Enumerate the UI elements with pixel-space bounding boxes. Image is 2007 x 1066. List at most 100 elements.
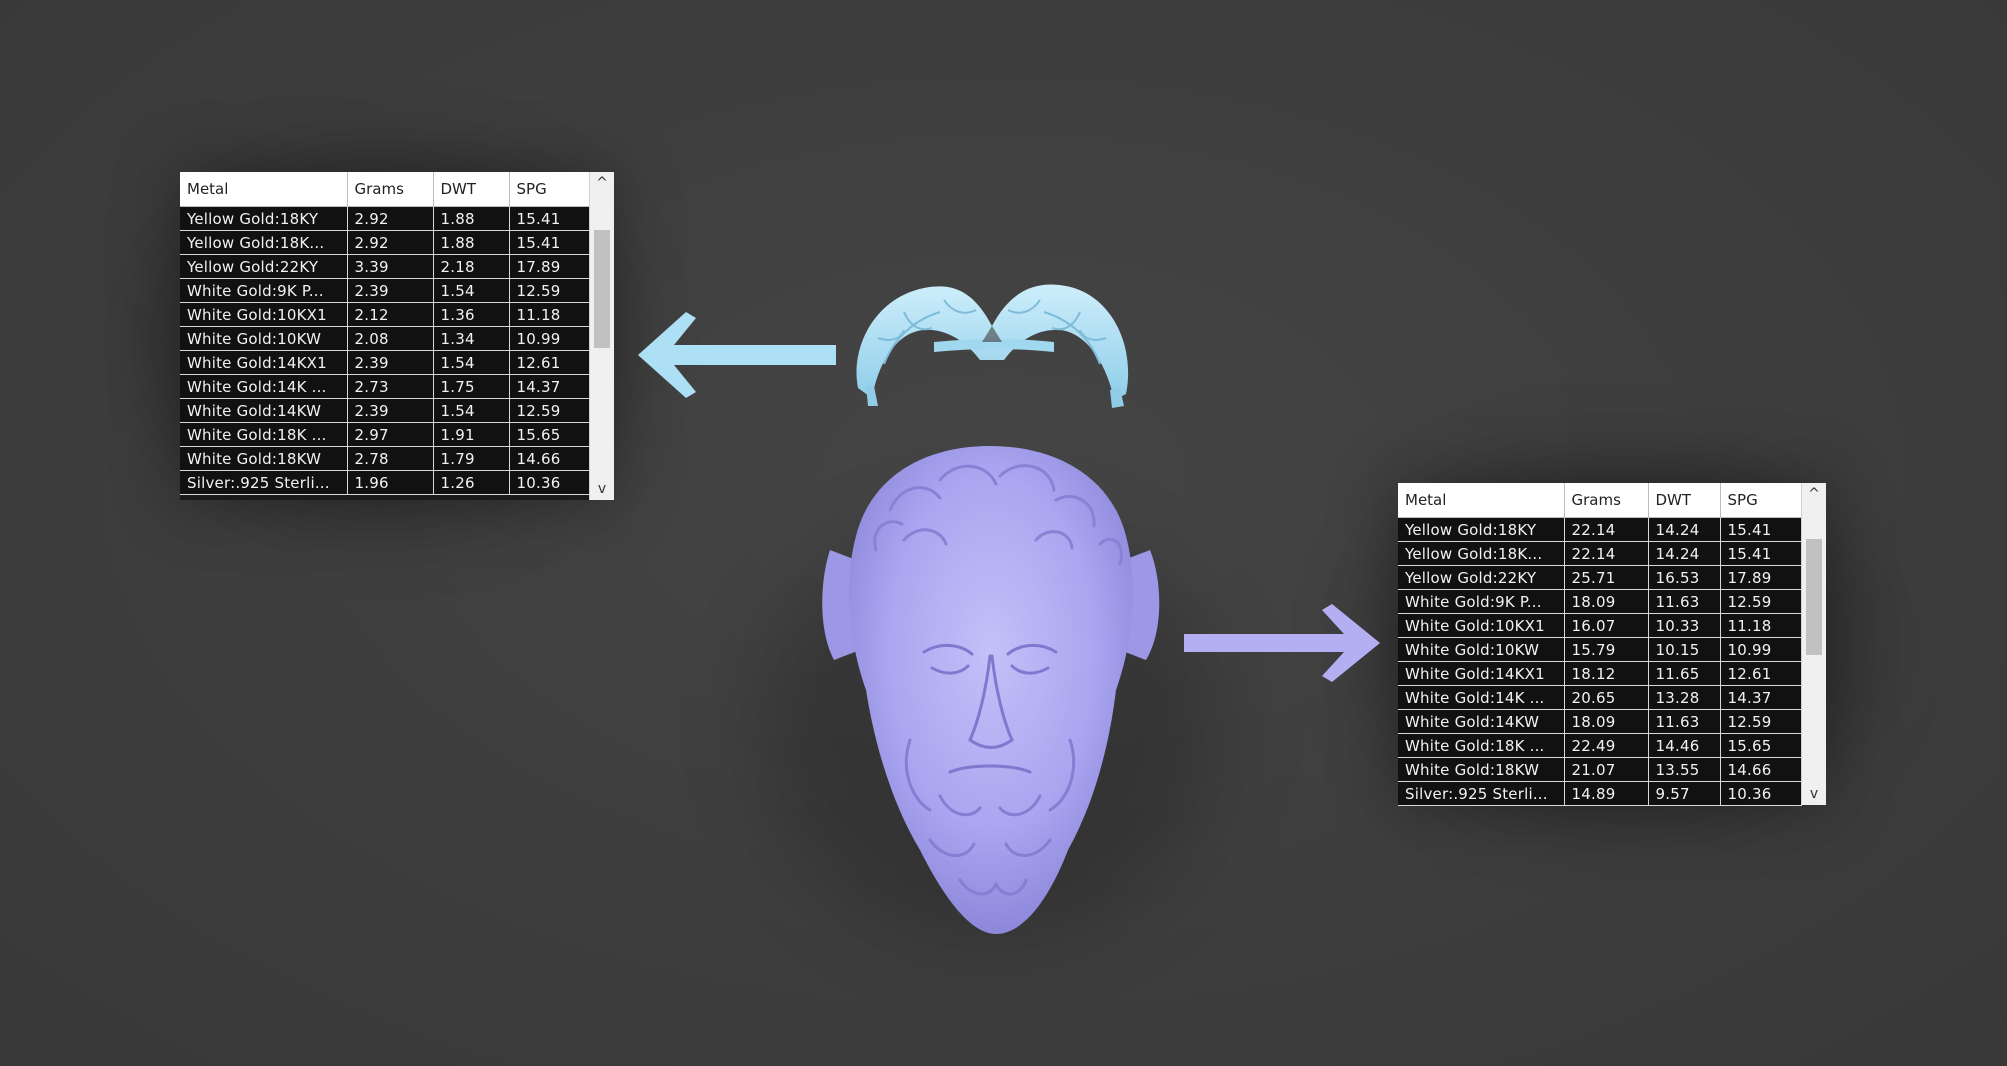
cell-grams: 1.96 xyxy=(347,470,434,495)
cell-dwt: 11.65 xyxy=(1648,661,1721,686)
cell-dwt: 11.63 xyxy=(1648,709,1721,734)
cell-spg: 17.89 xyxy=(509,254,590,279)
cell-dwt: 2.18 xyxy=(433,254,510,279)
cell-dwt: 1.75 xyxy=(433,374,510,399)
scroll-thumb[interactable] xyxy=(1806,539,1822,655)
table-row[interactable]: White Gold:14KX1 2.39 1.54 12.61 xyxy=(180,350,590,375)
cell-spg: 15.41 xyxy=(1720,517,1802,542)
cell-spg: 11.18 xyxy=(509,302,590,327)
table-row[interactable]: White Gold:18KW 21.07 13.55 14.66 xyxy=(1398,757,1802,782)
cell-grams: 25.71 xyxy=(1564,565,1649,590)
cell-metal: White Gold:14K ... xyxy=(1398,685,1565,710)
cell-spg: 15.65 xyxy=(509,422,590,447)
cell-metal: Yellow Gold:18K... xyxy=(180,230,348,255)
table-row[interactable]: White Gold:14KW 18.09 11.63 12.59 xyxy=(1398,709,1802,734)
cell-grams: 20.65 xyxy=(1564,685,1649,710)
table-scrollbar[interactable]: ^ v xyxy=(589,172,614,500)
cell-grams: 21.07 xyxy=(1564,757,1649,782)
cell-spg: 15.41 xyxy=(509,206,590,231)
table-row[interactable]: White Gold:9K P... 2.39 1.54 12.59 xyxy=(180,278,590,303)
table-row[interactable]: White Gold:14KW 2.39 1.54 12.59 xyxy=(180,398,590,423)
cell-metal: White Gold:14KX1 xyxy=(1398,661,1565,686)
cell-dwt: 14.46 xyxy=(1648,733,1721,758)
cell-grams: 18.12 xyxy=(1564,661,1649,686)
table-row[interactable]: White Gold:18K ... 22.49 14.46 15.65 xyxy=(1398,733,1802,758)
column-header-metal[interactable]: Metal xyxy=(1398,483,1565,518)
scroll-up-icon[interactable]: ^ xyxy=(590,172,614,194)
table-row[interactable]: White Gold:10KX1 16.07 10.33 11.18 xyxy=(1398,613,1802,638)
cell-dwt: 10.33 xyxy=(1648,613,1721,638)
cell-metal: White Gold:10KW xyxy=(180,326,348,351)
table-row[interactable]: White Gold:10KX1 2.12 1.36 11.18 xyxy=(180,302,590,327)
table-row[interactable]: White Gold:9K P... 18.09 11.63 12.59 xyxy=(1398,589,1802,614)
table-row[interactable]: White Gold:18K ... 2.97 1.91 15.65 xyxy=(180,422,590,447)
product-render-scene: Metal Grams DWT SPG Yellow Gold:18KY 2.92… xyxy=(0,0,2007,1066)
cell-grams: 22.49 xyxy=(1564,733,1649,758)
cell-metal: White Gold:10KW xyxy=(1398,637,1565,662)
cell-grams: 16.07 xyxy=(1564,613,1649,638)
column-header-grams[interactable]: Grams xyxy=(1564,483,1649,518)
cell-grams: 22.14 xyxy=(1564,541,1649,566)
column-header-dwt[interactable]: DWT xyxy=(1648,483,1721,518)
cell-metal: White Gold:18KW xyxy=(1398,757,1565,782)
cell-spg: 14.66 xyxy=(1720,757,1802,782)
table-body: Yellow Gold:18KY 22.14 14.24 15.41 Yellow Go… xyxy=(1398,517,1802,806)
arrow-right-shape xyxy=(1184,604,1380,682)
column-header-spg[interactable]: SPG xyxy=(509,172,590,207)
table-row[interactable]: Yellow Gold:22KY 3.39 2.18 17.89 xyxy=(180,254,590,279)
cell-dwt: 1.36 xyxy=(433,302,510,327)
metal-weight-table-crown: Metal Grams DWT SPG Yellow Gold:18KY 2.92… xyxy=(180,172,614,500)
table-row[interactable]: White Gold:10KW 2.08 1.34 10.99 xyxy=(180,326,590,351)
cell-spg: 11.18 xyxy=(1720,613,1802,638)
cell-spg: 10.99 xyxy=(509,326,590,351)
cell-metal: White Gold:14KW xyxy=(180,398,348,423)
table-row[interactable]: Silver:.925 Sterli... 1.96 1.26 10.36 xyxy=(180,470,590,495)
table-row[interactable]: White Gold:18KW 2.78 1.79 14.66 xyxy=(180,446,590,471)
table-header-row: Metal Grams DWT SPG xyxy=(180,172,590,207)
table-scrollbar[interactable]: ^ v xyxy=(1801,483,1826,805)
table-row[interactable]: Silver:.925 Sterli... 14.89 9.57 10.36 xyxy=(1398,781,1802,806)
cell-dwt: 1.88 xyxy=(433,206,510,231)
cell-metal: White Gold:14KW xyxy=(1398,709,1565,734)
table-row[interactable]: Yellow Gold:22KY 25.71 16.53 17.89 xyxy=(1398,565,1802,590)
cell-grams: 2.73 xyxy=(347,374,434,399)
cell-grams: 22.14 xyxy=(1564,517,1649,542)
table-row[interactable]: Yellow Gold:18KY 22.14 14.24 15.41 xyxy=(1398,517,1802,542)
cell-metal: Silver:.925 Sterli... xyxy=(1398,781,1565,806)
table-row[interactable]: Yellow Gold:18KY 2.92 1.88 15.41 xyxy=(180,206,590,231)
cell-metal: Silver:.925 Sterli... xyxy=(180,470,348,495)
cell-spg: 14.37 xyxy=(1720,685,1802,710)
cell-grams: 2.39 xyxy=(347,278,434,303)
table-row[interactable]: White Gold:14K ... 2.73 1.75 14.37 xyxy=(180,374,590,399)
table-row[interactable]: Yellow Gold:18K... 22.14 14.24 15.41 xyxy=(1398,541,1802,566)
cell-spg: 15.65 xyxy=(1720,733,1802,758)
cell-dwt: 14.24 xyxy=(1648,517,1721,542)
column-header-grams[interactable]: Grams xyxy=(347,172,434,207)
head-silhouette xyxy=(849,446,1133,934)
metal-weight-table-head: Metal Grams DWT SPG Yellow Gold:18KY 22.1… xyxy=(1398,483,1826,806)
scroll-up-icon[interactable]: ^ xyxy=(1802,483,1826,505)
cell-grams: 15.79 xyxy=(1564,637,1649,662)
table-row[interactable]: White Gold:10KW 15.79 10.15 10.99 xyxy=(1398,637,1802,662)
cell-spg: 10.36 xyxy=(1720,781,1802,806)
column-header-dwt[interactable]: DWT xyxy=(433,172,510,207)
cell-dwt: 1.26 xyxy=(433,470,510,495)
arrow-right-icon xyxy=(1184,604,1380,682)
cell-metal: White Gold:9K P... xyxy=(180,278,348,303)
table-header-row: Metal Grams DWT SPG xyxy=(1398,483,1802,518)
cell-spg: 17.89 xyxy=(1720,565,1802,590)
table-row[interactable]: Yellow Gold:18K... 2.92 1.88 15.41 xyxy=(180,230,590,255)
laurel-crown-ring-model xyxy=(856,284,1129,408)
cell-grams: 14.89 xyxy=(1564,781,1649,806)
table-row[interactable]: White Gold:14KX1 18.12 11.65 12.61 xyxy=(1398,661,1802,686)
scroll-down-icon[interactable]: v xyxy=(590,478,614,500)
cell-dwt: 13.55 xyxy=(1648,757,1721,782)
column-header-spg[interactable]: SPG xyxy=(1720,483,1802,518)
column-header-metal[interactable]: Metal xyxy=(180,172,348,207)
cell-dwt: 1.54 xyxy=(433,398,510,423)
cell-grams: 2.39 xyxy=(347,350,434,375)
table-row[interactable]: White Gold:14K ... 20.65 13.28 14.37 xyxy=(1398,685,1802,710)
cell-spg: 14.66 xyxy=(509,446,590,471)
scroll-thumb[interactable] xyxy=(594,230,610,348)
scroll-down-icon[interactable]: v xyxy=(1802,783,1826,805)
